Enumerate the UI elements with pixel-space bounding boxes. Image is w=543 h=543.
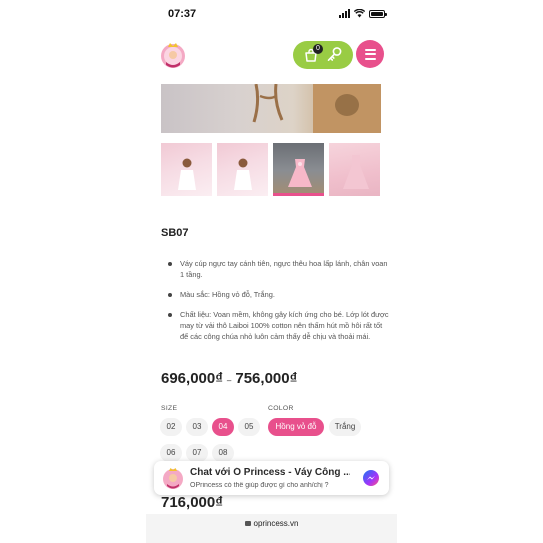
battery-icon (369, 9, 387, 18)
size-option-03[interactable]: 03 (186, 418, 208, 436)
size-label: SIZE (161, 405, 178, 412)
size-option-02[interactable]: 02 (160, 418, 182, 436)
price-range: 696,000₫ –756,000₫ (161, 370, 297, 387)
hamburger-menu-button[interactable] (356, 40, 384, 68)
thumbnail-4[interactable] (329, 143, 380, 196)
thumbnail-1[interactable] (161, 143, 212, 196)
product-description-list: Váy cúp ngực tay cánh tiên, ngực thêu ho… (168, 258, 390, 351)
model-figure-icon (178, 158, 196, 190)
cart-count-badge: 0 (313, 44, 323, 54)
product-sku: SB07 (161, 227, 189, 239)
browser-url-bar[interactable]: oprincess.vn (146, 514, 397, 543)
left-backdrop (0, 0, 146, 543)
thumbnail-strip (161, 143, 380, 196)
color-label: COLOR (268, 405, 294, 412)
selected-price: 716,000₫ (161, 494, 223, 511)
model-figure-icon (234, 158, 252, 190)
price-min: 696,000₫ (161, 370, 223, 387)
size-option-05[interactable]: 05 (238, 418, 260, 436)
size-option-06[interactable]: 06 (160, 444, 182, 462)
price-separator: – (226, 376, 232, 385)
wifi-icon (354, 9, 365, 18)
status-time: 07:37 (168, 8, 197, 20)
chat-title: Chat với Ó Princess - Váy Công ... (190, 467, 350, 478)
chat-subtitle: OPrincess có thể giúp được gì cho anh/ch… (190, 482, 329, 489)
url-text: oprincess.vn (253, 519, 299, 528)
gift-box-image-detail (313, 84, 381, 133)
dress-icon (343, 155, 369, 189)
size-option-08[interactable]: 08 (212, 444, 234, 462)
description-item: Màu sắc: Hồng vỏ đỗ, Trắng. (168, 289, 390, 300)
cellular-signal-icon (339, 9, 350, 18)
color-option-hong-vo-do-selected[interactable]: Hồng vỏ đỗ (268, 418, 324, 436)
phone-screen: 07:37 0 SB07 Váy cúp ngực tay cánh tiên,… (146, 0, 397, 543)
description-item: Chất liệu: Voan mềm, không gây kích ứng … (168, 309, 390, 342)
size-option-07[interactable]: 07 (186, 444, 208, 462)
chair-image-detail (252, 84, 284, 123)
price-max: 756,000₫ (235, 370, 298, 387)
thumbnail-3-selected[interactable] (273, 143, 324, 196)
lock-icon (244, 521, 251, 526)
color-option-trang[interactable]: Trắng (329, 418, 361, 436)
dress-icon (288, 159, 312, 187)
size-option-04-selected[interactable]: 04 (212, 418, 234, 436)
key-icon[interactable] (326, 46, 343, 63)
cart-account-pill: 0 (293, 41, 353, 69)
site-header: 0 (146, 36, 397, 74)
chat-avatar-logo (163, 468, 183, 489)
messenger-icon[interactable] (363, 470, 379, 486)
chat-popup[interactable]: Chat với Ó Princess - Váy Công ... OPrin… (154, 461, 389, 495)
status-icons (339, 9, 387, 18)
right-backdrop (397, 0, 543, 543)
status-bar: 07:37 (146, 0, 397, 30)
product-main-image[interactable] (161, 84, 381, 133)
oprincess-logo[interactable] (160, 40, 186, 70)
thumbnail-2[interactable] (217, 143, 268, 196)
description-item: Váy cúp ngực tay cánh tiên, ngực thêu ho… (168, 258, 390, 280)
